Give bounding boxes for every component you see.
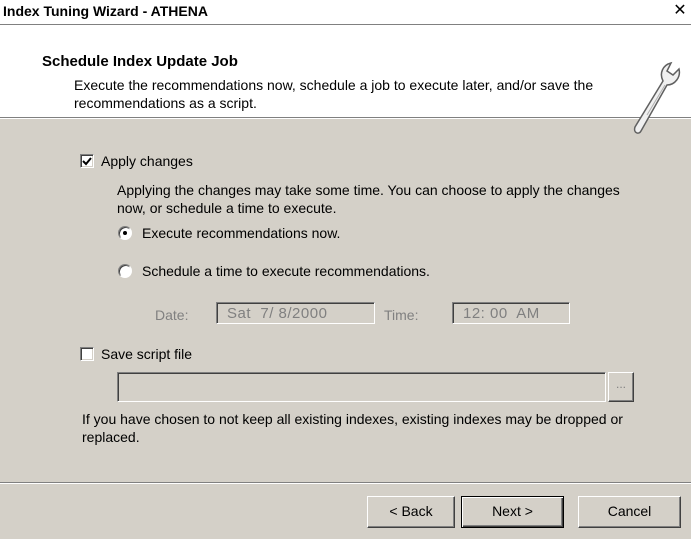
schedule-time-label[interactable]: Schedule a time to execute recommendatio…: [142, 263, 430, 279]
wrench-icon: [633, 61, 681, 134]
schedule-time-radio[interactable]: [118, 264, 132, 278]
save-script-label[interactable]: Save script file: [101, 346, 192, 362]
page-title: Schedule Index Update Job: [42, 53, 238, 70]
close-icon[interactable]: ✕: [671, 2, 689, 20]
title-bar[interactable]: Index Tuning Wizard - ATHENA ✕: [0, 0, 691, 25]
execute-now-label[interactable]: Execute recommendations now.: [142, 225, 340, 241]
time-label: Time:: [384, 307, 419, 323]
cancel-button[interactable]: Cancel: [578, 496, 681, 528]
page-description: Execute the recommendations now, schedul…: [74, 77, 594, 111]
footer-separator: [0, 482, 691, 484]
execute-now-radio[interactable]: [118, 226, 132, 240]
date-label: Date:: [155, 307, 189, 323]
script-path-input: [117, 372, 606, 402]
time-field: 12: 00 AM: [452, 302, 570, 324]
checkmark-icon: [82, 157, 92, 166]
apply-changes-checkbox[interactable]: [80, 154, 94, 168]
wizard-header: Schedule Index Update Job Execute the re…: [0, 25, 691, 134]
browse-button: ...: [608, 372, 634, 402]
apply-changes-label[interactable]: Apply changes: [101, 153, 193, 169]
date-field: Sat 7/ 8/2000: [216, 302, 375, 324]
radio-selected-dot: [123, 231, 127, 235]
back-button[interactable]: < Back: [367, 496, 455, 528]
apply-changes-description: Applying the changes may take some time.…: [117, 182, 620, 216]
next-button[interactable]: Next >: [461, 496, 564, 528]
window-title: Index Tuning Wizard - ATHENA: [3, 3, 208, 19]
save-script-checkbox[interactable]: [80, 347, 94, 361]
index-warning-note: If you have chosen to not keep all exist…: [82, 411, 623, 445]
